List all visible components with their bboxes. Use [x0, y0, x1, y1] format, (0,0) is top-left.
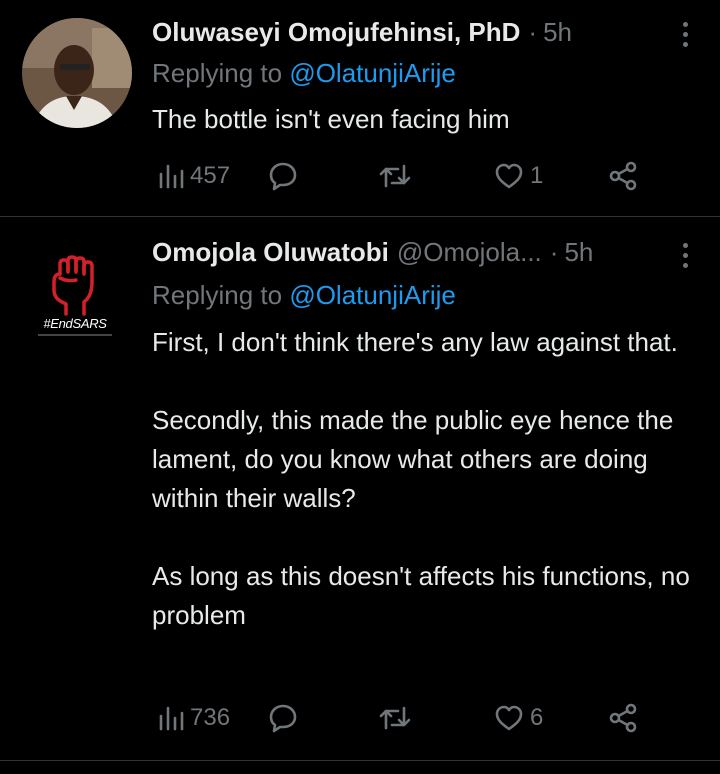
tweet-header: Omojola Oluwatobi @Omojola... · 5h: [152, 236, 700, 268]
replying-prefix: Replying to: [152, 58, 283, 88]
replying-to: Replying to @OlatunjiArije: [152, 279, 456, 311]
like-count: 1: [530, 162, 544, 189]
like-icon: [494, 704, 524, 732]
share-icon: [608, 161, 638, 191]
share-icon: [608, 703, 638, 733]
retweet-icon: [378, 704, 412, 732]
timestamp[interactable]: 5h: [543, 16, 572, 48]
separator-dot: ·: [528, 17, 538, 47]
like-count: 6: [530, 704, 544, 731]
share-button[interactable]: [608, 158, 638, 194]
more-icon[interactable]: [680, 22, 690, 47]
replying-to-link[interactable]: @OlatunjiArije: [289, 58, 456, 88]
divider: [0, 760, 720, 761]
replying-prefix: Replying to: [152, 280, 283, 310]
tweet-text: First, I don't think there's any law aga…: [152, 327, 690, 630]
tweet-1[interactable]: Oluwaseyi Omojufehinsi, PhD · 5h Replyin…: [0, 0, 720, 216]
reply-button[interactable]: [268, 700, 304, 736]
avatar[interactable]: #EndSARS: [30, 252, 120, 344]
reply-icon: [268, 161, 298, 191]
avatar-subtext-line: [38, 334, 112, 336]
separator-dot: ·: [549, 237, 559, 267]
avatar-label: #EndSARS: [43, 316, 107, 331]
raised-fist-logo: [52, 255, 94, 316]
views-count: 736: [190, 704, 231, 731]
replying-to: Replying to @OlatunjiArije: [152, 57, 456, 89]
views-icon: [158, 162, 184, 190]
reply-button[interactable]: [268, 158, 304, 194]
views-count: 457: [190, 162, 231, 189]
views-button[interactable]: 457: [158, 158, 230, 194]
views-icon: [158, 704, 184, 732]
more-icon[interactable]: [680, 243, 690, 268]
display-name[interactable]: Omojola Oluwatobi: [152, 236, 389, 268]
display-name[interactable]: Oluwaseyi Omojufehinsi, PhD: [152, 16, 520, 48]
retweet-button[interactable]: [378, 158, 418, 194]
share-button[interactable]: [608, 700, 638, 736]
like-icon: [494, 162, 524, 190]
retweet-icon: [378, 162, 412, 190]
tweet-text: The bottle isn't even facing him: [152, 104, 510, 134]
handle[interactable]: @Omojola...: [397, 236, 542, 268]
divider: [0, 216, 720, 217]
replying-to-link[interactable]: @OlatunjiArije: [289, 280, 456, 310]
avatar[interactable]: [22, 18, 132, 128]
action-bar: 736 6: [152, 700, 700, 736]
retweet-button[interactable]: [378, 700, 418, 736]
like-button[interactable]: 6: [494, 700, 543, 736]
reply-icon: [268, 703, 298, 733]
views-button[interactable]: 736: [158, 700, 230, 736]
action-bar: 457 1: [152, 158, 700, 194]
like-button[interactable]: 1: [494, 158, 543, 194]
tweet-header: Oluwaseyi Omojufehinsi, PhD · 5h: [152, 16, 700, 48]
timestamp[interactable]: 5h: [564, 236, 593, 268]
